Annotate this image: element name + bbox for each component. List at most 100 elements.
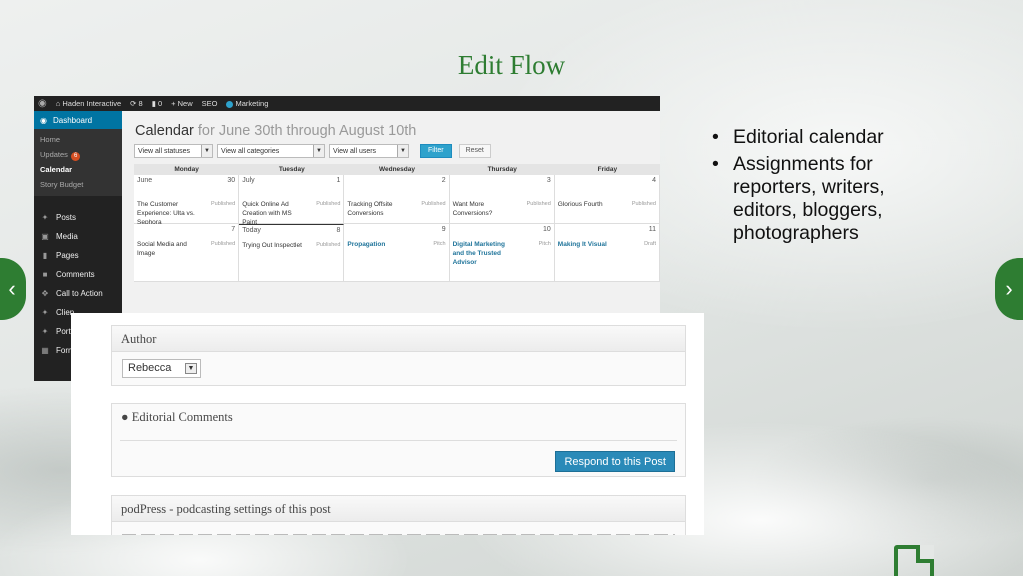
sidebar-item-pages[interactable]: ▮ Pages [34, 246, 122, 265]
chevron-down-icon: ▼ [397, 145, 408, 157]
form-icon: ▦ [41, 346, 49, 355]
author-select[interactable]: Rebecca ▼ [122, 359, 201, 378]
editorial-comments-box: ● Editorial Comments Respond to this Pos… [111, 403, 686, 477]
home-icon: ⌂ [55, 99, 61, 108]
calendar-day-today[interactable]: Today 8 Trying Out Inspectlet Published [239, 224, 345, 282]
calendar-post[interactable]: Social Media and Image Published [137, 240, 235, 258]
seo-link[interactable]: SEO [202, 99, 218, 108]
move-icon: ✥ [41, 289, 49, 298]
today-label: Today [242, 227, 261, 234]
user-select[interactable]: View all users ▼ [329, 144, 409, 158]
editorial-comments-title: ● Editorial Comments [121, 410, 233, 424]
comments-icon: ● [121, 410, 129, 424]
bullet-item: Assignments for reporters, writers, edit… [712, 153, 942, 245]
podpress-title: podPress - podcasting settings of this p… [112, 496, 685, 522]
dashboard-icon: ◉ [40, 115, 47, 125]
chevron-down-icon: ▼ [201, 145, 212, 157]
weekday-label: Monday [174, 166, 199, 173]
new-link[interactable]: + New [171, 99, 193, 108]
calendar-post[interactable]: Want More Conversions? Published [453, 200, 551, 218]
chevron-left-icon: ‹ [8, 276, 16, 301]
next-slide-button[interactable]: › [995, 258, 1023, 320]
bullet-item: Editorial calendar [712, 126, 942, 149]
comment-icon: ▮ [151, 99, 156, 108]
calendar-day[interactable]: 9 Propagation Pitch [344, 224, 450, 282]
calendar-post[interactable]: Trying Out Inspectlet Published [242, 241, 340, 250]
chevron-right-icon: › [1005, 276, 1013, 301]
calendar-grid: Monday Tuesday Wednesday Thursday Friday… [134, 164, 660, 282]
pages-icon: ▮ [42, 251, 48, 260]
podpress-text [122, 534, 675, 535]
pin-icon: ✦ [41, 308, 49, 317]
page-title: Calendar for June 30th through August 10… [135, 123, 417, 139]
day-number: 7 [231, 226, 236, 233]
calendar-day[interactable]: 7 Social Media and Image Published [134, 224, 240, 282]
day-number: 4 [652, 177, 656, 184]
calendar-post[interactable]: Making It Visual Draft [558, 240, 656, 249]
weekday-label: Wednesday [378, 166, 415, 173]
comment-icon: ■ [42, 270, 48, 279]
calendar-day[interactable]: 10 Digital Marketing and the Trusted Adv… [449, 224, 555, 282]
chevron-down-icon: ▼ [185, 363, 197, 374]
day-number: 10 [543, 226, 551, 233]
author-box: Author Rebecca ▼ [111, 325, 686, 386]
day-number: 1 [336, 177, 341, 184]
weekday-header: Monday Tuesday Wednesday Thursday Friday [134, 164, 660, 175]
marketing-icon [226, 100, 234, 108]
sidebar-item-posts[interactable]: ✦ Posts [34, 208, 122, 227]
weekday-label: Friday [597, 166, 618, 173]
refresh-icon: ⟳ [130, 99, 137, 108]
day-number: 9 [441, 226, 446, 233]
sidebar-item-call-to-action[interactable]: ✥ Call to Action [34, 284, 122, 303]
admin-bar: ◉ ⌂ Haden Interactive ⟳ 8 ▮ 0 + New SEO … [34, 96, 660, 111]
submenu-story-budget[interactable]: Story Budget [34, 177, 122, 192]
submenu-calendar[interactable]: Calendar [34, 162, 122, 177]
calendar-post[interactable]: Glorious Fourth Published [558, 200, 656, 209]
document-icon[interactable] [894, 545, 934, 576]
chevron-down-icon: ▼ [313, 145, 324, 157]
calendar-day[interactable]: 4 Glorious Fourth Published [554, 175, 660, 224]
sidebar-item-comments[interactable]: ■ Comments [34, 265, 122, 284]
reset-button[interactable]: Reset [458, 144, 491, 158]
updates-badge: 6 [70, 152, 81, 161]
pin-icon: ✦ [41, 213, 49, 222]
calendar-day[interactable]: July 1 Quick Online Ad Creation with MS P… [239, 175, 345, 227]
calendar-post[interactable]: Quick Online Ad Creation with MS Paint Pu… [242, 200, 340, 227]
month-label: July [242, 177, 255, 184]
calendar-day[interactable]: 11 Making It Visual Draft [554, 224, 660, 282]
plus-icon: + [171, 99, 176, 108]
calendar-week: 7 Social Media and Image Published Today 8… [134, 224, 660, 282]
post-settings-screenshot: Author Rebecca ▼ ● Editorial Comments Res… [71, 313, 704, 535]
weekday-label: Tuesday [278, 166, 305, 173]
dashboard-submenu: Home Updates 6 Calendar Story Budget [34, 129, 122, 196]
slide-title: Edit Flow [457, 50, 566, 80]
comments-link[interactable]: ▮ 0 [152, 99, 162, 108]
calendar-filters: View all statuses ▼ View all categories ▼ … [134, 144, 660, 158]
status-select[interactable]: View all statuses ▼ [134, 144, 213, 158]
sidebar-item-dashboard[interactable]: ◉ Dashboard [34, 111, 122, 129]
calendar-day[interactable]: 3 Want More Conversions? Published [449, 175, 555, 224]
sidebar-item-media[interactable]: ▣ Media [34, 227, 122, 246]
respond-button[interactable]: Respond to this Post [555, 451, 675, 472]
calendar-post[interactable]: The Customer Experience: Ulta vs. Sephor… [137, 200, 235, 227]
day-number: 2 [441, 177, 446, 184]
submenu-updates[interactable]: Updates 6 [34, 147, 122, 162]
day-number: 11 [648, 226, 656, 233]
submenu-home[interactable]: Home [34, 132, 122, 147]
pin-icon: ✦ [41, 327, 49, 336]
calendar-day[interactable]: 2 Tracking Offsite Conversions Published [344, 175, 450, 224]
calendar-day[interactable]: June 30 The Customer Experience: Ulta vs.… [134, 175, 240, 227]
calendar-post[interactable]: Tracking Offsite Conversions Published [347, 200, 445, 218]
filter-button[interactable]: Filter [420, 144, 452, 158]
category-select[interactable]: View all categories ▼ [217, 144, 325, 158]
bullet-list: Editorial calendar Assignments for repor… [712, 126, 942, 249]
site-name[interactable]: ⌂ Haden Interactive [56, 99, 121, 108]
prev-slide-button[interactable]: ‹ [0, 258, 26, 320]
updates-link[interactable]: ⟳ 8 [130, 99, 143, 108]
day-number: 3 [546, 177, 551, 184]
day-number: 30 [227, 177, 236, 184]
marketing-link[interactable]: Marketing [226, 99, 268, 108]
calendar-post[interactable]: Digital Marketing and the Trusted Adviso… [453, 240, 551, 267]
wordpress-logo-icon[interactable]: ◉ [38, 98, 47, 109]
calendar-post[interactable]: Propagation Pitch [347, 240, 445, 249]
